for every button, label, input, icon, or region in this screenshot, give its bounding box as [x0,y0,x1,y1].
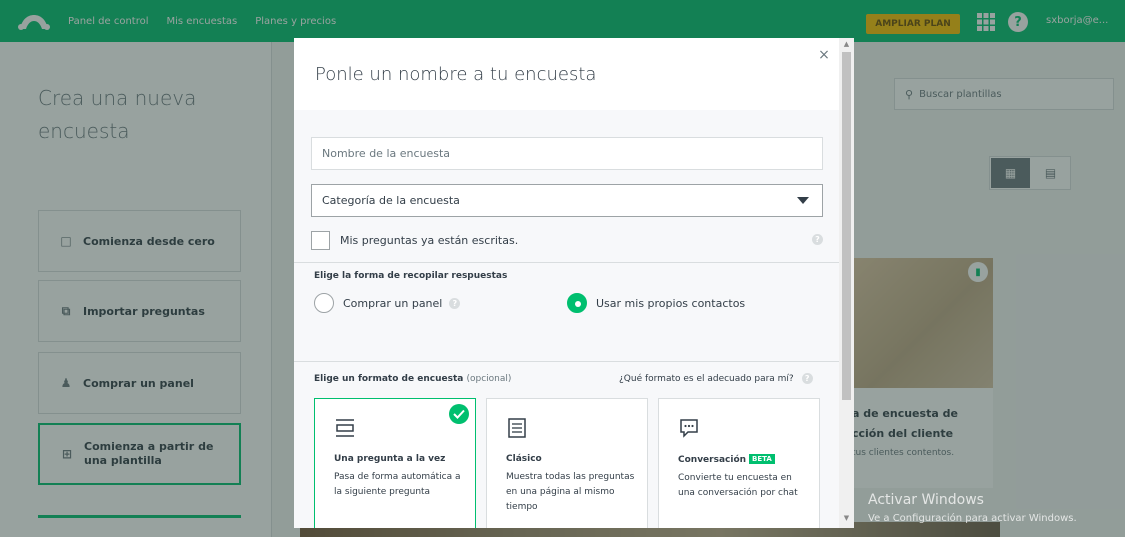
radio-buy-panel[interactable]: Comprar un panel ? [314,293,461,313]
dialog-scrollbar[interactable]: ▲ ▼ [839,38,854,528]
format-description: Convierte tu encuesta en una conversació… [678,473,798,498]
dialog-header: Ponle un nombre a tu encuesta × [294,38,839,110]
questions-written-row: Mis preguntas ya están escritas. ? [311,230,823,250]
format-title: Una pregunta a la vez [334,454,446,464]
which-format-text: ¿Qué formato es el adecuado para mí? [619,373,794,384]
collect-responses-heading: Elige la forma de recopilar respuestas [314,271,508,281]
format-optional-text: (opcional) [466,374,512,384]
format-heading-text: Elige un formato de encuesta [314,374,464,384]
windows-activation-subtitle: Ve a Configuración para activar Windows. [868,513,1077,524]
format-description: Pasa de forma automática a la siguiente … [334,472,461,497]
format-heading: Elige un formato de encuesta (opcional) [314,374,511,384]
radio-label: Usar mis propios contactos [596,296,746,310]
one-question-icon [336,419,354,437]
format-card-classic[interactable]: Clásico Muestra todas las preguntas en u… [486,398,648,528]
radio-button-on[interactable] [567,293,587,313]
format-title-text: Conversación [678,455,747,465]
help-icon[interactable]: ? [449,297,461,309]
questions-written-checkbox[interactable] [311,230,330,250]
format-card-one-question[interactable]: Una pregunta a la vez Pasa de forma auto… [314,398,476,528]
divider [294,361,839,362]
list-icon [508,418,526,438]
format-description: Muestra todas las preguntas en una págin… [506,472,635,512]
caret-down-icon [797,197,809,204]
checkmark-icon [449,404,469,424]
scroll-up-icon[interactable]: ▲ [839,40,854,50]
scroll-down-icon[interactable]: ▼ [839,514,854,524]
help-icon[interactable]: ? [801,373,813,384]
checkbox-label: Mis preguntas ya están escritas. [340,233,519,247]
radio-button-off[interactable] [314,293,334,313]
dialog-body: Categoría de la encuesta Mis preguntas y… [294,110,839,528]
which-format-link[interactable]: ¿Qué formato es el adecuado para mí? ? [619,373,813,384]
dialog-title: Ponle un nombre a tu encuesta [315,64,597,85]
beta-badge: BETA [749,454,775,464]
divider [294,262,839,263]
chat-icon [680,419,698,438]
survey-name-input[interactable] [311,137,823,170]
radio-own-contacts[interactable]: Usar mis propios contactos [567,293,745,313]
help-icon[interactable]: ? [812,234,823,245]
format-card-conversation[interactable]: Conversación BETA Convierte tu encuesta e… [658,398,820,528]
survey-category-select[interactable]: Categoría de la encuesta [311,184,823,217]
name-survey-dialog: Ponle un nombre a tu encuesta × Categorí… [294,38,854,528]
scrollbar-thumb[interactable] [842,52,851,400]
format-title: Conversación BETA [678,454,819,465]
category-value: Categoría de la encuesta [322,194,460,207]
windows-activation-title: Activar Windows [868,492,984,508]
close-icon[interactable]: × [817,48,831,62]
radio-label: Comprar un panel [343,296,443,310]
format-title: Clásico [506,454,542,464]
